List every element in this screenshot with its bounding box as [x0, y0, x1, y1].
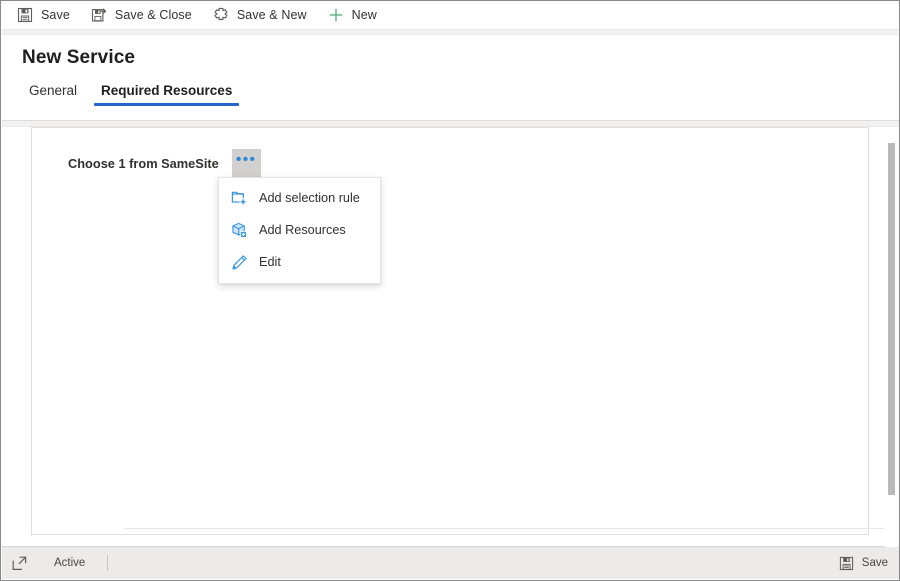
save-and-close-button[interactable]: Save & Close	[88, 2, 202, 28]
command-bar-separator	[2, 29, 899, 35]
status-save-button[interactable]: Save	[839, 555, 888, 571]
menu-item-add-resources-label: Add Resources	[259, 223, 346, 237]
vertical-scrollbar[interactable]	[885, 127, 898, 547]
tab-required-resources-label: Required Resources	[101, 83, 233, 98]
record-state-label: Active	[54, 557, 86, 569]
plus-icon	[327, 6, 345, 24]
chooser-overflow-button[interactable]: •••	[231, 149, 261, 177]
popout-expand-icon[interactable]	[8, 552, 30, 574]
tab-strip: General Required Resources	[20, 83, 247, 106]
form-header: New Service General Required Resources	[2, 36, 899, 120]
menu-item-add-selection-rule[interactable]: Add selection rule	[219, 182, 380, 214]
save-and-new-button[interactable]: Save & New	[210, 2, 317, 28]
new-button[interactable]: New	[325, 2, 387, 28]
scrollbar-thumb[interactable]	[888, 143, 895, 495]
status-bar-right: Save	[839, 555, 899, 571]
page-title: New Service	[22, 47, 136, 68]
status-save-label: Save	[861, 557, 888, 569]
tab-general[interactable]: General	[20, 83, 86, 106]
save-and-close-button-label: Save & Close	[114, 8, 192, 22]
save-and-new-button-label: Save & New	[236, 8, 307, 22]
save-and-new-icon	[212, 6, 230, 24]
tab-required-resources[interactable]: Required Resources	[92, 83, 241, 106]
ellipsis-icon: •••	[235, 151, 257, 168]
save-button-label: Save	[41, 8, 70, 22]
tab-general-label: General	[29, 83, 78, 98]
status-bar-left: Active	[2, 552, 109, 574]
context-menu: Add selection rule Add Resources Edit	[218, 177, 381, 284]
status-bar: Active Save	[2, 546, 899, 579]
form-body: Choose 1 from SameSite •••	[2, 127, 899, 547]
header-divider	[2, 120, 899, 127]
save-button[interactable]: Save	[14, 2, 80, 28]
new-button-label: New	[351, 8, 377, 22]
save-icon	[839, 555, 855, 571]
card-bottom-divider	[124, 528, 884, 529]
add-selection-rule-icon	[230, 189, 248, 207]
required-resources-card: Choose 1 from SameSite •••	[31, 127, 884, 535]
pencil-edit-icon	[230, 253, 248, 271]
status-bar-divider	[107, 555, 109, 571]
menu-item-edit[interactable]: Edit	[219, 246, 380, 278]
chooser-row: Choose 1 from SameSite •••	[68, 149, 261, 177]
add-resources-icon	[230, 221, 248, 239]
save-icon	[16, 6, 34, 24]
menu-item-add-selection-rule-label: Add selection rule	[259, 191, 360, 205]
save-and-close-icon	[90, 6, 108, 24]
command-bar: Save Save & Close Save & New New	[2, 1, 899, 29]
chooser-label: Choose 1 from SameSite	[68, 155, 219, 171]
application-window: Save Save & Close Save & New New New Ser…	[0, 0, 900, 581]
menu-item-edit-label: Edit	[259, 255, 281, 269]
menu-item-add-resources[interactable]: Add Resources	[219, 214, 380, 246]
